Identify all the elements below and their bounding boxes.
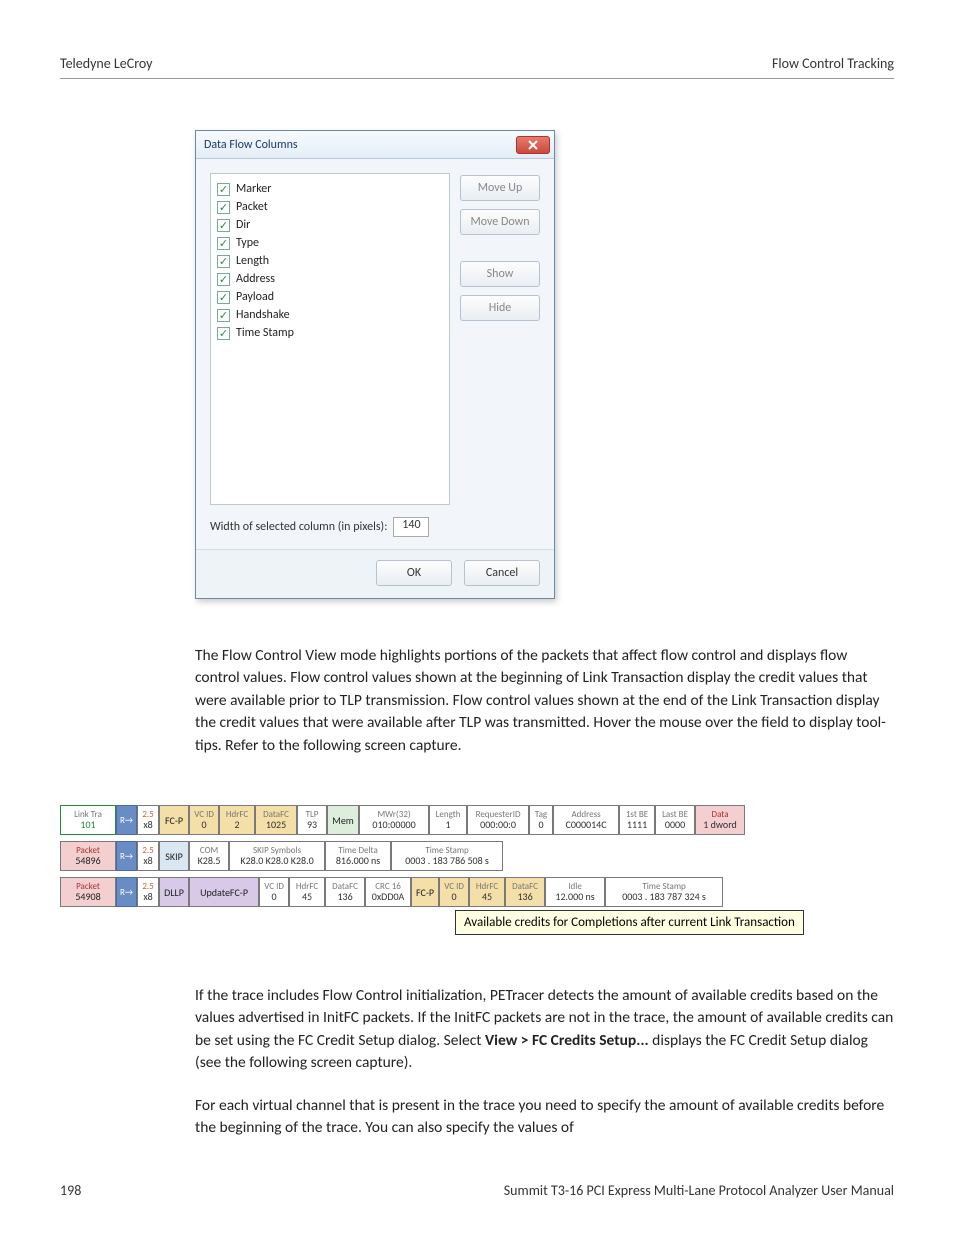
- cell-v: 93: [307, 819, 317, 830]
- cell-v: 1025: [266, 819, 286, 830]
- data-flow-columns-dialog: Data Flow Columns ✓ Marker ✓ Packet ✓ Dir ✓…: [195, 130, 555, 599]
- cell-v: 0: [539, 819, 544, 830]
- cell-v: C000014C: [566, 819, 607, 830]
- checkbox-icon[interactable]: ✓: [217, 273, 230, 286]
- cell-v: 0: [452, 891, 457, 902]
- cell-v: 45: [482, 891, 492, 902]
- cell-v: 0: [272, 891, 277, 902]
- list-item: ✓ Payload: [217, 288, 443, 306]
- dllp-cell: DLLP: [159, 877, 189, 907]
- cell-v: 12.000 ns: [555, 891, 594, 902]
- cell-v: 54896: [75, 855, 100, 866]
- page-footer: 198 Summit T3-16 PCI Express Multi-Lane …: [60, 1182, 894, 1199]
- column-label: Payload: [236, 290, 274, 304]
- cell-v: 0xDD0A: [372, 891, 405, 902]
- list-item: ✓ Type: [217, 234, 443, 252]
- page-header: Teledyne LeCroy Flow Control Tracking: [60, 55, 894, 79]
- column-label: Type: [236, 236, 259, 250]
- close-icon[interactable]: [516, 136, 550, 154]
- page-number: 198: [60, 1182, 81, 1199]
- cell-v: x8: [143, 855, 152, 866]
- checkbox-icon[interactable]: ✓: [217, 327, 230, 340]
- cell-v: 54908: [75, 891, 100, 902]
- cell-v: 1 dword: [703, 819, 737, 830]
- cell-v: 0000: [665, 819, 685, 830]
- cell-v: 816.000 ns: [336, 855, 380, 866]
- list-item: ✓ Address: [217, 270, 443, 288]
- column-label: Length: [236, 254, 269, 268]
- fcp-cell: FC-P: [411, 877, 439, 907]
- column-label: Address: [236, 272, 275, 286]
- list-item: ✓ Dir: [217, 216, 443, 234]
- column-label: Time Stamp: [236, 326, 294, 340]
- checkbox-icon[interactable]: ✓: [217, 183, 230, 196]
- cell-v: 45: [302, 891, 312, 902]
- column-label: Handshake: [236, 308, 290, 322]
- menu-path-text: View > FC Credits Setup...: [485, 1031, 649, 1050]
- dir-cell: R→: [116, 877, 137, 907]
- fcp-cell: FC-P: [159, 805, 189, 835]
- cell-v: 010:00000: [372, 819, 415, 830]
- list-item: ✓ Length: [217, 252, 443, 270]
- trace-row: Link Tra101 R→ 2.5x8 FC-P VC ID0 HdrFC2 …: [60, 805, 900, 835]
- cell-v: 101: [80, 819, 95, 830]
- checkbox-icon[interactable]: ✓: [217, 201, 230, 214]
- paragraph-2: If the trace includes Flow Control initi…: [195, 985, 895, 1075]
- cancel-button[interactable]: Cancel: [464, 560, 540, 586]
- dialog-title-bar[interactable]: Data Flow Columns: [196, 131, 554, 159]
- width-input[interactable]: 140: [393, 517, 429, 537]
- trace-screenshot: Link Tra101 R→ 2.5x8 FC-P VC ID0 HdrFC2 …: [60, 805, 900, 913]
- header-left: Teledyne LeCroy: [60, 55, 153, 72]
- hide-button[interactable]: Hide: [460, 295, 540, 321]
- tooltip: Available credits for Completions after …: [455, 910, 804, 935]
- footer-title: Summit T3-16 PCI Express Multi-Lane Prot…: [504, 1182, 894, 1199]
- dialog-title: Data Flow Columns: [204, 138, 298, 152]
- cell-v: 136: [337, 891, 352, 902]
- list-item: ✓ Handshake: [217, 306, 443, 324]
- checkbox-icon[interactable]: ✓: [217, 255, 230, 268]
- paragraph-1: The Flow Control View mode highlights po…: [195, 645, 895, 757]
- width-label: Width of selected column (in pixels):: [210, 520, 387, 534]
- cell-v: 136: [517, 891, 532, 902]
- list-item: ✓ Packet: [217, 198, 443, 216]
- updatefc-cell: UpdateFC-P: [189, 877, 259, 907]
- mem-cell: Mem: [327, 805, 359, 835]
- cell-v: x8: [143, 891, 152, 902]
- cell-v: x8: [143, 819, 152, 830]
- cell-v: K28.5: [198, 855, 221, 866]
- cell-v: 2: [235, 819, 240, 830]
- checkbox-icon[interactable]: ✓: [217, 219, 230, 232]
- column-label: Packet: [236, 200, 268, 214]
- show-button[interactable]: Show: [460, 261, 540, 287]
- list-item: ✓ Time Stamp: [217, 324, 443, 342]
- checkbox-icon[interactable]: ✓: [217, 237, 230, 250]
- checkbox-icon[interactable]: ✓: [217, 291, 230, 304]
- cell-v: 0003 . 183 786 508 s: [405, 855, 489, 866]
- cell-v: 0003 . 183 787 324 s: [622, 891, 706, 902]
- cell-v: K28.0 K28.0 K28.0: [240, 855, 313, 866]
- move-down-button[interactable]: Move Down: [460, 209, 540, 235]
- paragraph-3: For each virtual channel that is present…: [195, 1095, 895, 1140]
- column-label: Dir: [236, 218, 250, 232]
- trace-row: Packet54896 R→ 2.5x8 SKIP COMK28.5 SKIP …: [60, 841, 900, 871]
- checkbox-icon[interactable]: ✓: [217, 309, 230, 322]
- cell-v: 1111: [627, 819, 647, 830]
- cell-v: 000:00:0: [480, 819, 516, 830]
- cell-v: 1: [446, 819, 451, 830]
- list-item: ✓ Marker: [217, 180, 443, 198]
- cell-v: 0: [202, 819, 207, 830]
- trace-row: Packet54908 R→ 2.5x8 DLLP UpdateFC-P VC …: [60, 877, 900, 907]
- ok-button[interactable]: OK: [376, 560, 452, 586]
- dir-cell: R→: [116, 805, 137, 835]
- column-list[interactable]: ✓ Marker ✓ Packet ✓ Dir ✓ Type ✓ Length ✓ Addr…: [210, 173, 450, 505]
- column-label: Marker: [236, 182, 271, 196]
- dir-cell: R→: [116, 841, 137, 871]
- skip-cell: SKIP: [159, 841, 189, 871]
- move-up-button[interactable]: Move Up: [460, 175, 540, 201]
- header-right: Flow Control Tracking: [772, 55, 894, 72]
